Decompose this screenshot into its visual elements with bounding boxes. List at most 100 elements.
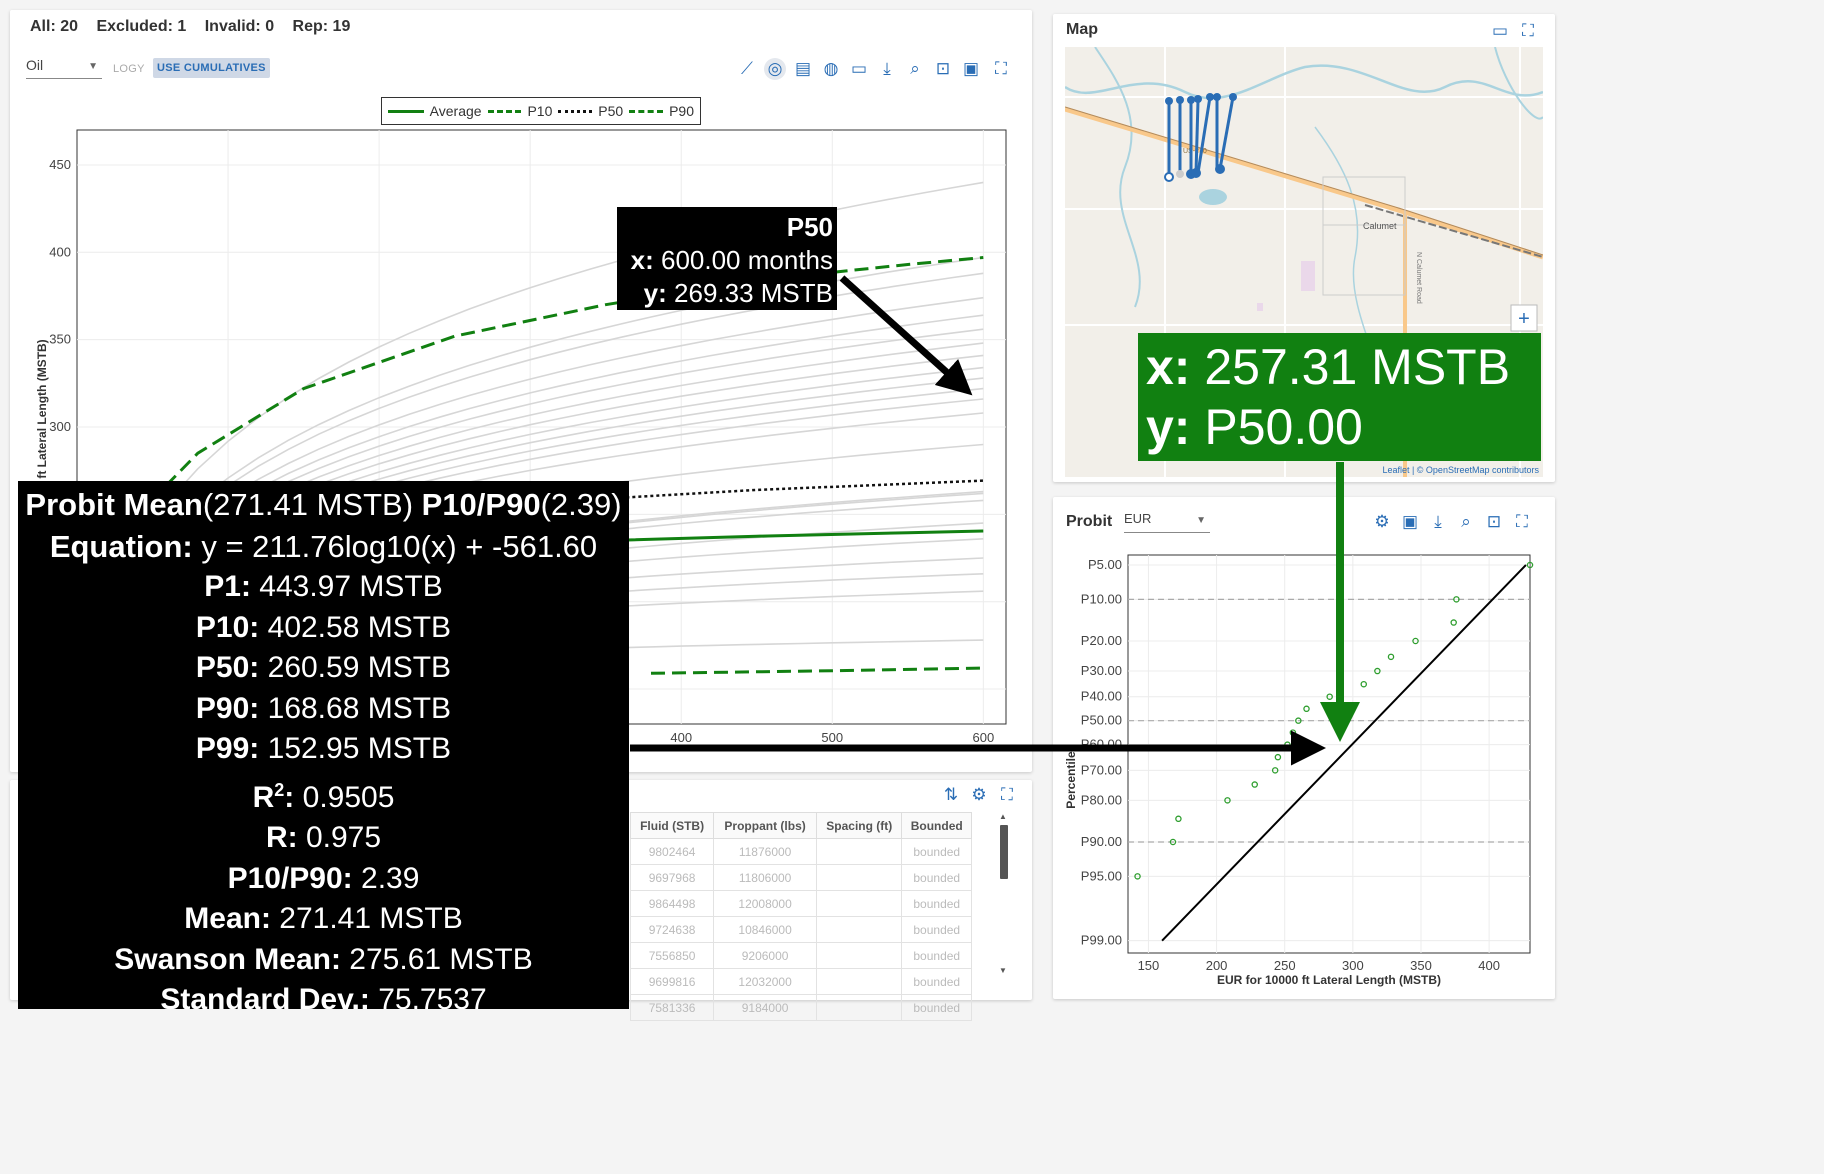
table-row[interactable]: 7556850 9206000 bounded [629,942,972,969]
probit-y-tick: P95.00 [1081,868,1122,883]
stats-p50: P50: 260.59 MSTB [195,651,452,684]
table-cell [816,968,903,995]
fullscreen-icon[interactable]: ⛶ [1511,511,1533,533]
probit-y-tick: P50.00 [1081,713,1122,728]
stats-p99: P99: 152.95 MSTB [195,732,452,765]
table-cell: bounded [901,838,972,865]
map-road-label: N Calumet Road [1415,252,1422,304]
probit-y-tick: P10.00 [1081,591,1122,606]
table-cell: 10846000 [713,916,818,943]
table-cell: 11876000 [713,838,818,865]
probit-x-tick: 350 [1410,958,1432,973]
probit-x-tick: 150 [1138,958,1160,973]
probit-y-tick: P20.00 [1081,633,1122,648]
download-icon[interactable]: ⤓ [1427,511,1449,533]
table-cell: 9697968 [629,864,715,891]
x-tick-label: 400 [670,730,692,745]
probit-select[interactable]: EUR ▼ [1124,511,1210,533]
probit-y-tick: P70.00 [1081,762,1122,777]
scroll-up-icon[interactable]: ▲ [999,812,1007,821]
table-cell: 11806000 [713,864,818,891]
probit-callout-y: y: P50.00 [1146,399,1363,455]
col-spacing[interactable]: Spacing (ft) [816,812,903,839]
stats-p10-p90-ratio: P10/P90: 2.39 [227,861,420,895]
table-cell: 9699816 [629,968,715,995]
probit-y-tick: P5.00 [1088,557,1122,572]
col-fluid[interactable]: Fluid (STB) [629,812,715,839]
probit-y-tick: P60.00 [1081,737,1122,752]
fullscreen-icon[interactable]: ⛶ [996,784,1018,806]
table-cell: bounded [901,890,972,917]
table-cell: bounded [901,968,972,995]
table-cell: 9184000 [713,994,818,1021]
pond [1199,189,1227,205]
keyboard-icon[interactable]: ▭ [1489,20,1511,42]
probit-x-tick: 200 [1206,958,1228,973]
col-proppant[interactable]: Proppant (lbs) [713,812,818,839]
gear-icon[interactable]: ⚙ [968,784,990,806]
y-tick-label: 450 [49,157,71,172]
table-cell: bounded [901,942,972,969]
x-tick-label: 600 [972,730,994,745]
y-tick-label: 300 [49,419,71,434]
scroll-down-icon[interactable]: ▼ [999,966,1007,975]
table-row[interactable]: 7581336 9184000 bounded [629,994,972,1021]
p50-callout-y: y: 269.33 MSTB [643,278,833,308]
map-title: Map [1066,21,1098,38]
table-scrollbar[interactable] [1000,825,1008,879]
screen: All: 20 Excluded: 1 Invalid: 0 Rep: 19 O… [0,0,1824,1174]
chevron-down-icon: ▼ [1196,515,1206,526]
probit-y-tick: P40.00 [1081,689,1122,704]
table-cell [816,994,903,1021]
probit-x-axis-label: EUR for 10000 ft Lateral Length (MSTB) [1217,973,1441,987]
probit-x-tick: 400 [1478,958,1500,973]
stats-probit-mean: Probit Mean(271.41 MSTB) P10/P90(2.39) [25,487,622,522]
table-row[interactable]: 9724638 10846000 bounded [629,916,972,943]
p50-callout-x: x: 600.00 months [630,245,833,275]
col-bounded[interactable]: Bounded [901,812,972,839]
table-row[interactable]: 9697968 11806000 bounded [629,864,972,891]
table-cell: 12008000 [713,890,818,917]
p50-callout: P50 x: 600.00 months y: 269.33 MSTB [617,207,837,310]
sort-icon[interactable]: ⇅ [940,784,962,806]
table-cell: bounded [901,916,972,943]
table-cell [816,890,903,917]
fullscreen-icon[interactable]: ⛶ [1517,20,1539,42]
table-cell: 12032000 [713,968,818,995]
probit-point-callout: x: 257.31 MSTB y: P50.00 [1138,333,1541,461]
y-tick-label: 400 [49,244,71,259]
table-cell: bounded [901,864,972,891]
stats-r: R: 0.975 [265,821,382,854]
probit-y-axis-label: Percentile [1064,751,1078,809]
stats-p10: P10: 402.58 MSTB [195,610,452,644]
probit-stats-panel: Probit Mean(271.41 MSTB) P10/P90(2.39) E… [18,481,629,1016]
stats-p90: P90: 168.68 MSTB [195,691,452,725]
table-cell: 7556850 [629,942,715,969]
probit-y-tick: P30.00 [1081,663,1122,678]
probit-y-tick: P80.00 [1081,792,1122,807]
zoom-in-label: + [1518,308,1530,330]
stats-std-dev: Standard Dev.: 75.7537 [160,983,487,1016]
gear-icon[interactable]: ⚙ [1371,511,1393,533]
probit-chart[interactable]: P5.00 P10.00 P20.00 P30.00 P40.00 P50.00 P60.0… [1053,540,1555,995]
table-row[interactable]: 9699816 12032000 bounded [629,968,972,995]
table-cell: 9206000 [713,942,818,969]
probit-plot-area [1127,554,1531,954]
image-export-icon[interactable]: ▣ [1399,511,1421,533]
probit-x-tick: 250 [1274,958,1296,973]
stats-swanson-mean: Swanson Mean: 275.61 MSTB [114,942,533,976]
table-row[interactable]: 9864498 12008000 bounded [629,890,972,917]
table-cell [816,916,903,943]
stats-r2: R2: 0.9505 [252,779,395,814]
table-row[interactable]: 9802464 11876000 bounded [629,838,972,865]
stats-p1: P1: 443.97 MSTB [204,570,443,603]
zoom-icon[interactable]: ⌕ [1455,511,1477,533]
probit-y-tick: P99.00 [1081,933,1122,948]
wells-table: Fluid (STB) Proppant (lbs) Spacing (ft) … [629,812,972,1021]
p50-callout-title: P50 [786,212,833,242]
table-cell: bounded [901,994,972,1021]
fit-icon[interactable]: ⊡ [1483,511,1505,533]
probit-select-value: EUR [1124,511,1152,526]
table-cell [816,942,903,969]
y-tick-label: 350 [49,332,71,347]
